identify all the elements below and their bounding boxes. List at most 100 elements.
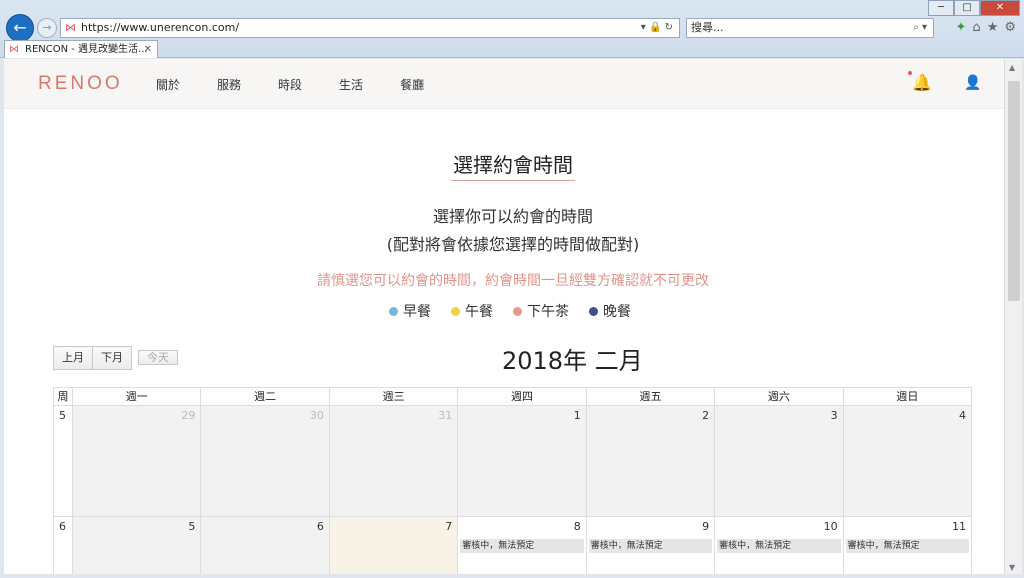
- scroll-up-icon[interactable]: ▲: [1009, 63, 1015, 72]
- toolbar-icons: ✦ ⌂ ★ ⚙: [956, 20, 1016, 35]
- legend-item-lunch: 午餐: [451, 301, 493, 321]
- minimize-button[interactable]: ─: [928, 0, 954, 16]
- nav-item-restaurants[interactable]: 餐廳: [400, 76, 424, 93]
- day-number: 30: [309, 409, 324, 422]
- title-underline: [451, 180, 575, 181]
- page-title: 選擇約會時間: [453, 153, 573, 177]
- day-cell[interactable]: 10 審核中，無法預定: [715, 517, 844, 574]
- nav-item-life[interactable]: 生活: [339, 76, 363, 93]
- day-number: 7: [445, 520, 453, 533]
- settings-gear-icon[interactable]: ⚙: [1004, 20, 1016, 35]
- site-header: RENOO 關於 服務 時段 生活 餐廳 🔔 👤: [4, 59, 1004, 109]
- notification-dot: [908, 71, 912, 75]
- url-text: https://www.unerencon.com/: [81, 21, 240, 34]
- home-icon[interactable]: ⌂: [972, 20, 980, 35]
- page-viewport: RENOO 關於 服務 時段 生活 餐廳 🔔 👤 選擇約會時間 選擇你可以約會的…: [4, 59, 1004, 574]
- address-tools-icon[interactable]: ▾ 🔒 ↻: [641, 19, 673, 37]
- prev-month-button[interactable]: 上月: [53, 346, 93, 370]
- header-tuesday: 週二: [201, 388, 330, 406]
- back-button[interactable]: ←: [6, 14, 34, 42]
- day-cell[interactable]: 11 審核中，無法預定: [844, 517, 973, 574]
- legend-item-breakfast: 早餐: [389, 301, 431, 321]
- browser-tab[interactable]: ⋈ RENCON - 遇見改變生活... ✕: [4, 40, 158, 58]
- search-icon[interactable]: ⌕ ▾: [913, 19, 927, 37]
- week-number: 6: [59, 520, 66, 533]
- day-number: 1: [573, 409, 581, 422]
- nav-item-about[interactable]: 關於: [156, 76, 180, 93]
- notification-bell-icon[interactable]: 🔔: [908, 71, 932, 92]
- day-cell[interactable]: 6: [201, 517, 330, 574]
- day-number: 6: [316, 520, 324, 533]
- pending-event[interactable]: 審核中，無法預定: [717, 539, 841, 553]
- page-subtitle-note: (配對將會依據您選擇的時間做配對): [386, 235, 640, 254]
- header-sunday: 週日: [843, 388, 973, 406]
- pending-event[interactable]: 審核中，無法預定: [588, 539, 713, 553]
- day-number: 3: [830, 409, 838, 422]
- user-profile-icon[interactable]: 👤: [964, 75, 981, 91]
- main-nav: 關於 服務 時段 生活 餐廳: [156, 76, 424, 93]
- close-window-button[interactable]: ✕: [980, 0, 1020, 16]
- next-month-button[interactable]: 下月: [93, 346, 132, 370]
- day-number: 5: [188, 520, 196, 533]
- header-thursday: 週四: [458, 388, 587, 406]
- today-group: 今天: [138, 346, 178, 369]
- legend-dot-icon: [513, 306, 522, 316]
- legend-dot-icon: [589, 306, 598, 316]
- addon-icon[interactable]: ✦: [956, 20, 967, 35]
- nav-item-timeslots[interactable]: 時段: [278, 76, 302, 93]
- day-cell[interactable]: 2: [586, 406, 716, 517]
- nav-item-services[interactable]: 服務: [217, 76, 241, 93]
- day-number: 4: [959, 409, 967, 422]
- day-cell[interactable]: 3: [715, 406, 844, 517]
- search-box[interactable]: 搜尋... ⌕ ▾: [686, 18, 934, 38]
- week-number-cell: 6: [54, 517, 73, 574]
- legend-dot-icon: [389, 306, 398, 316]
- day-cell-today[interactable]: 7: [329, 517, 459, 574]
- day-cell[interactable]: 31: [329, 406, 459, 517]
- tab-close-icon[interactable]: ✕: [144, 41, 152, 58]
- day-cell[interactable]: 5: [72, 517, 202, 574]
- month-nav-group: 上月 下月: [53, 346, 132, 370]
- forward-button[interactable]: →: [37, 18, 57, 38]
- day-number: 10: [823, 520, 838, 533]
- warning-text: 請慎選您可以約會的時間，約會時間一旦經雙方確認就不可更改: [317, 273, 709, 289]
- legend-label: 晚餐: [603, 304, 631, 320]
- day-number: 2: [702, 409, 710, 422]
- today-button[interactable]: 今天: [138, 350, 178, 365]
- day-cell[interactable]: 29: [72, 406, 202, 517]
- day-cell[interactable]: 9 審核中，無法預定: [587, 517, 716, 574]
- site-favicon-icon: ⋈: [65, 21, 76, 34]
- address-bar[interactable]: ⋈ https://www.unerencon.com/ ▾ 🔒 ↻: [60, 18, 680, 38]
- legend-item-dinner: 晚餐: [589, 301, 631, 321]
- pending-event[interactable]: 審核中，無法預定: [845, 539, 970, 553]
- calendar-header-row: 周 週一 週二 週三 週四 週五 週六 週日: [54, 388, 973, 406]
- calendar-month-title: 2018年 二月: [502, 347, 643, 375]
- tab-title: RENCON - 遇見改變生活...: [25, 44, 148, 55]
- header-wednesday: 週三: [329, 388, 459, 406]
- day-number: 9: [702, 520, 710, 533]
- day-cell[interactable]: 30: [201, 406, 330, 517]
- tab-favicon-icon: ⋈: [9, 44, 19, 55]
- scroll-down-icon[interactable]: ▼: [1009, 563, 1015, 572]
- day-cell[interactable]: 8 審核中，無法預定: [458, 517, 587, 574]
- maximize-button[interactable]: □: [954, 0, 980, 16]
- header-week: 周: [54, 388, 73, 406]
- meal-legend: 早餐 午餐 下午茶 晚餐: [389, 301, 631, 321]
- site-logo[interactable]: RENOO: [38, 73, 123, 95]
- day-cell[interactable]: 1: [458, 406, 587, 517]
- day-number: 29: [181, 409, 196, 422]
- favorites-star-icon[interactable]: ★: [987, 20, 999, 35]
- scrollbar-thumb[interactable]: [1008, 81, 1020, 301]
- day-number: 31: [438, 409, 453, 422]
- legend-dot-icon: [451, 306, 460, 316]
- page-subtitle: 選擇你可以約會的時間: [432, 207, 593, 226]
- pending-event[interactable]: 審核中，無法預定: [460, 539, 584, 553]
- browser-chrome: ← → ⋈ https://www.unerencon.com/ ▾ 🔒 ↻ 搜…: [0, 0, 1024, 58]
- vertical-scrollbar[interactable]: ▲ ▼: [1004, 59, 1022, 574]
- day-cell[interactable]: 4: [843, 406, 973, 517]
- header-saturday: 週六: [715, 388, 844, 406]
- legend-label: 午餐: [465, 304, 493, 320]
- calendar-grid: 周 週一 週二 週三 週四 週五 週六 週日 5 29 30 31 1 2 3 …: [53, 387, 973, 574]
- day-number: 11: [952, 520, 967, 533]
- legend-label: 下午茶: [527, 304, 569, 320]
